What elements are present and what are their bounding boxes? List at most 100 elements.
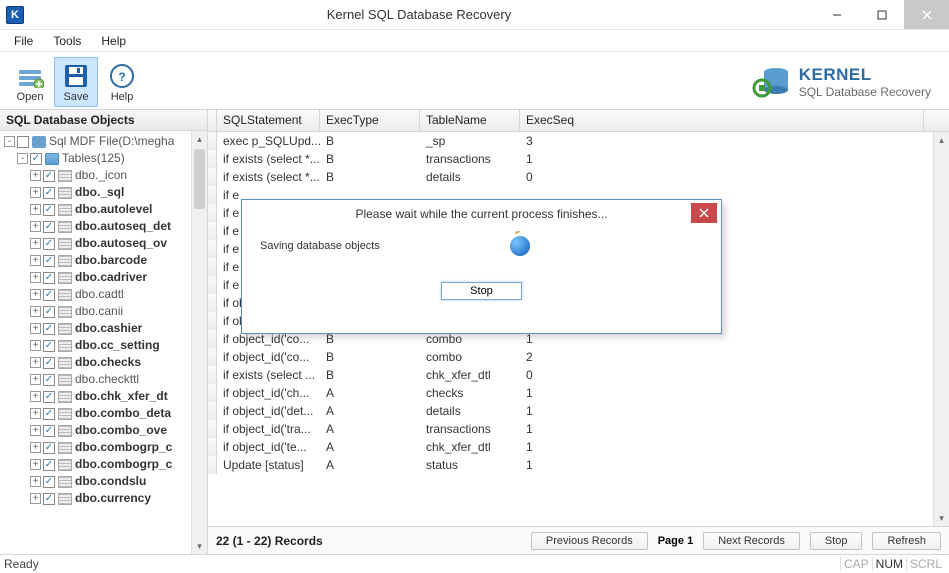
maximize-button[interactable] [859, 0, 904, 29]
checkbox[interactable]: ✓ [43, 170, 55, 182]
grid-row[interactable]: if object_id('ch...Achecks1 [208, 384, 949, 402]
checkbox[interactable] [17, 136, 29, 148]
tree-node[interactable]: +✓dbo.canii [4, 303, 207, 320]
expander-icon[interactable]: - [4, 136, 15, 147]
tree-node[interactable]: +✓dbo.combogrp_c [4, 439, 207, 456]
scroll-down-icon[interactable]: ▾ [192, 538, 207, 554]
checkbox[interactable]: ✓ [43, 238, 55, 250]
expander-icon[interactable]: + [30, 357, 41, 368]
expander-icon[interactable]: + [30, 340, 41, 351]
close-button[interactable] [904, 0, 949, 29]
save-button[interactable]: Save [54, 57, 98, 107]
tree-node[interactable]: +✓dbo.autoseq_ov [4, 235, 207, 252]
expander-icon[interactable]: - [17, 153, 28, 164]
tree-node[interactable]: +✓dbo.currency [4, 490, 207, 507]
tree-node[interactable]: +✓dbo.condslu [4, 473, 207, 490]
expander-icon[interactable]: + [30, 374, 41, 385]
grid-row[interactable]: if exists (select ...Bchk_xfer_dtl0 [208, 366, 949, 384]
expander-icon[interactable]: + [30, 391, 41, 402]
grid-scroll-up-icon[interactable]: ▴ [934, 132, 949, 148]
minimize-button[interactable] [814, 0, 859, 29]
tree-node[interactable]: +✓dbo.cc_setting [4, 337, 207, 354]
menu-file[interactable]: File [4, 32, 43, 50]
tree-node[interactable]: +✓dbo._sql [4, 184, 207, 201]
expander-icon[interactable]: + [30, 238, 41, 249]
checkbox[interactable]: ✓ [43, 306, 55, 318]
expander-icon[interactable]: + [30, 476, 41, 487]
expander-icon[interactable]: + [30, 306, 41, 317]
checkbox[interactable]: ✓ [43, 442, 55, 454]
menu-help[interactable]: Help [91, 32, 136, 50]
expander-icon[interactable]: + [30, 459, 41, 470]
checkbox[interactable]: ✓ [30, 153, 42, 165]
checkbox[interactable]: ✓ [43, 476, 55, 488]
expander-icon[interactable]: + [30, 493, 41, 504]
grid-row[interactable]: if object_id('tra...Atransactions1 [208, 420, 949, 438]
next-records-button[interactable]: Next Records [703, 532, 800, 550]
checkbox[interactable]: ✓ [43, 289, 55, 301]
tree-node[interactable]: +✓dbo.cashier [4, 320, 207, 337]
col-tablename[interactable]: TableName [420, 110, 520, 131]
help-button[interactable]: ? Help [100, 57, 144, 107]
checkbox[interactable]: ✓ [43, 408, 55, 420]
checkbox[interactable]: ✓ [43, 272, 55, 284]
expander-icon[interactable]: + [30, 272, 41, 283]
tree-node[interactable]: +✓dbo.cadtl [4, 286, 207, 303]
checkbox[interactable]: ✓ [43, 204, 55, 216]
grid-row[interactable]: exec p_SQLUpd...B_sp3 [208, 132, 949, 150]
grid-scroll-down-icon[interactable]: ▾ [934, 510, 949, 526]
checkbox[interactable]: ✓ [43, 221, 55, 233]
tree-node[interactable]: -Sql MDF File(D:\megha [4, 133, 207, 150]
grid-row[interactable]: Update [status]Astatus1 [208, 456, 949, 474]
tree[interactable]: -Sql MDF File(D:\megha-✓Tables(125)+✓dbo… [0, 131, 207, 509]
expander-icon[interactable]: + [30, 187, 41, 198]
checkbox[interactable]: ✓ [43, 357, 55, 369]
tree-node[interactable]: +✓dbo.barcode [4, 252, 207, 269]
tree-node[interactable]: +✓dbo._icon [4, 167, 207, 184]
tree-node[interactable]: +✓dbo.checkttl [4, 371, 207, 388]
checkbox[interactable]: ✓ [43, 340, 55, 352]
col-exectype[interactable]: ExecType [320, 110, 420, 131]
checkbox[interactable]: ✓ [43, 323, 55, 335]
previous-records-button[interactable]: Previous Records [531, 532, 648, 550]
tree-node[interactable]: -✓Tables(125) [4, 150, 207, 167]
expander-icon[interactable]: + [30, 255, 41, 266]
tree-node[interactable]: +✓dbo.checks [4, 354, 207, 371]
tree-node[interactable]: +✓dbo.combogrp_c [4, 456, 207, 473]
grid-row[interactable]: if object_id('co...Bcombo2 [208, 348, 949, 366]
tree-node[interactable]: +✓dbo.combo_deta [4, 405, 207, 422]
expander-icon[interactable]: + [30, 323, 41, 334]
grid-row[interactable]: if exists (select *...Btransactions1 [208, 150, 949, 168]
expander-icon[interactable]: + [30, 170, 41, 181]
tree-node[interactable]: +✓dbo.autolevel [4, 201, 207, 218]
dialog-stop-button[interactable]: Stop [441, 282, 522, 300]
grid-row[interactable]: if object_id('det...Adetails1 [208, 402, 949, 420]
scroll-thumb[interactable] [194, 149, 205, 209]
expander-icon[interactable]: + [30, 221, 41, 232]
col-sqlstatement[interactable]: SQLStatement [217, 110, 320, 131]
col-execseq[interactable]: ExecSeq [520, 110, 924, 131]
stop-button[interactable]: Stop [810, 532, 863, 550]
tree-scrollbar[interactable]: ▴ ▾ [191, 131, 207, 554]
checkbox[interactable]: ✓ [43, 391, 55, 403]
refresh-button[interactable]: Refresh [872, 532, 941, 550]
menu-tools[interactable]: Tools [43, 32, 91, 50]
expander-icon[interactable]: + [30, 408, 41, 419]
checkbox[interactable]: ✓ [43, 493, 55, 505]
open-button[interactable]: Open [8, 57, 52, 107]
scroll-up-icon[interactable]: ▴ [192, 131, 207, 147]
expander-icon[interactable]: + [30, 289, 41, 300]
grid-scrollbar[interactable]: ▴ ▾ [933, 132, 949, 526]
expander-icon[interactable]: + [30, 442, 41, 453]
expander-icon[interactable]: + [30, 425, 41, 436]
grid-row[interactable]: if object_id('te...Achk_xfer_dtl1 [208, 438, 949, 456]
tree-node[interactable]: +✓dbo.combo_ove [4, 422, 207, 439]
checkbox[interactable]: ✓ [43, 255, 55, 267]
tree-node[interactable]: +✓dbo.chk_xfer_dt [4, 388, 207, 405]
tree-node[interactable]: +✓dbo.autoseq_det [4, 218, 207, 235]
tree-node[interactable]: +✓dbo.cadriver [4, 269, 207, 286]
checkbox[interactable]: ✓ [43, 425, 55, 437]
dialog-close-button[interactable] [691, 203, 717, 223]
checkbox[interactable]: ✓ [43, 374, 55, 386]
checkbox[interactable]: ✓ [43, 187, 55, 199]
